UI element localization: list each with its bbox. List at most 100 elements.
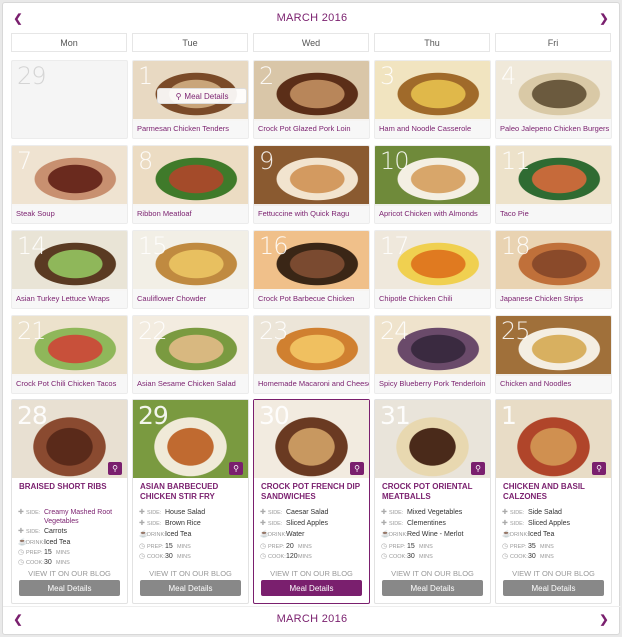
side-value: Iced Tea	[44, 539, 71, 546]
meal-title-link[interactable]: Chipotle Chicken Chili	[375, 289, 490, 308]
weekday-label: Wed	[253, 33, 369, 52]
meal-times: ◷ PREP: 35 MINS ◷ COOK: 30 MINS	[502, 542, 608, 562]
meal-title-link[interactable]: Cauliflower Chowder	[133, 289, 248, 308]
day-number: 7	[17, 147, 32, 175]
meal-title-link[interactable]: Asian Turkey Lettuce Wraps	[12, 289, 127, 308]
day-cell[interactable]: Crock Pot Barbecue Chicken 16	[253, 230, 370, 309]
meal-title-link[interactable]: Asian Sesame Chicken Salad	[133, 374, 248, 393]
clock-icon: ◷	[260, 553, 267, 560]
cook-label: COOK:	[510, 554, 528, 560]
drink-icon: ☕	[18, 539, 27, 546]
prep-time: ◷ PREP: 20 MINS	[260, 542, 366, 552]
day-cell[interactable]: Apricot Chicken with Almonds 10	[374, 145, 491, 224]
meal-title-link[interactable]: CROCK POT ORIENTAL MEATBALLS	[382, 482, 486, 502]
drink-icon: ☕	[381, 531, 390, 538]
side-key: SIDE:	[389, 510, 404, 516]
meal-details-button[interactable]: Meal Details	[382, 580, 483, 596]
day-cell[interactable]: Fettuccine with Quick Ragu 9	[253, 145, 370, 224]
meal-title-link[interactable]: Fettuccine with Quick Ragu	[254, 204, 369, 223]
meal-title-link[interactable]: CHICKEN AND BASIL CALZONES	[503, 482, 607, 502]
prep-time: ◷ PREP: 15 MINS	[18, 548, 124, 558]
view-on-blog-link[interactable]: VIEW IT ON OUR BLOG	[12, 569, 127, 578]
meal-title-link[interactable]: Crock Pot Barbecue Chicken	[254, 289, 369, 308]
day-cell[interactable]: Chicken and Noodles 25	[495, 315, 612, 394]
side-key: DRINK:	[268, 532, 287, 538]
day-cell[interactable]: Crock Pot Chili Chicken Tacos 21	[11, 315, 128, 394]
side-icon: ✚	[18, 509, 24, 516]
zoom-button[interactable]: ⚲	[229, 462, 243, 475]
side-key: SIDE:	[510, 521, 525, 527]
meal-title-link[interactable]: Steak Soup	[12, 204, 127, 223]
minutes-unit: MINS	[419, 554, 433, 560]
meal-card[interactable]: 30 ⚲ CROCK POT FRENCH DIP SANDWICHES ✚ SIDE:…	[253, 399, 370, 604]
day-cell[interactable]: Cauliflower Chowder 15	[132, 230, 249, 309]
day-number: 1	[138, 62, 153, 90]
side-row: ✚ SIDE: Carrots	[18, 527, 124, 537]
zoom-button[interactable]: ⚲	[350, 462, 364, 475]
meal-card[interactable]: 28 ⚲ BRAISED SHORT RIBS ✚ SIDE: Creamy Mashed…	[11, 399, 128, 604]
meal-title-link[interactable]: Crock Pot Glazed Pork Loin	[254, 119, 369, 138]
meal-details-button[interactable]: Meal Details	[140, 580, 241, 596]
meal-card[interactable]: 31 ⚲ CROCK POT ORIENTAL MEATBALLS ✚ SIDE: Mix…	[374, 399, 491, 604]
zoom-button[interactable]: ⚲	[592, 462, 606, 475]
side-value[interactable]: Creamy Mashed Root Vegetables	[44, 508, 124, 526]
zoom-button[interactable]: ⚲	[471, 462, 485, 475]
meal-title-link[interactable]: Chicken and Noodles	[496, 374, 611, 393]
view-on-blog-link[interactable]: VIEW IT ON OUR BLOG	[133, 569, 248, 578]
day-number: 25	[501, 317, 531, 345]
meal-card[interactable]: 29 ⚲ ASIAN BARBECUED CHICKEN STIR FRY ✚ SIDE…	[132, 399, 249, 604]
zoom-button[interactable]: ⚲	[108, 462, 122, 475]
meal-title-link[interactable]: Japanese Chicken Strips	[496, 289, 611, 308]
next-month-button[interactable]: ❯	[597, 11, 611, 25]
day-number: 1	[501, 401, 517, 430]
meal-title-link[interactable]: Taco Pie	[496, 204, 611, 223]
meal-title-link[interactable]: Spicy Blueberry Pork Tenderloin	[375, 374, 490, 393]
day-cell[interactable]: Asian Sesame Chicken Salad 22	[132, 315, 249, 394]
prev-month-button[interactable]: ❮	[11, 11, 25, 25]
meal-title-link[interactable]: Homemade Macaroni and Cheese	[254, 374, 369, 393]
clock-icon: ◷	[381, 543, 388, 550]
view-on-blog-link[interactable]: VIEW IT ON OUR BLOG	[375, 569, 490, 578]
meal-title-link[interactable]: Ribbon Meatloaf	[133, 204, 248, 223]
side-value: Mixed Vegetables	[407, 509, 463, 516]
cook-time: ◷ COOK: 30 MINS	[381, 552, 487, 562]
meal-details-button[interactable]: Meal Details	[261, 580, 362, 596]
prep-time: ◷ PREP: 35 MINS	[502, 542, 608, 552]
meal-title-link[interactable]: Ham and Noodle Casserole	[375, 119, 490, 138]
next-month-button-bottom[interactable]: ❯	[597, 612, 611, 626]
meal-details-button[interactable]: Meal Details	[19, 580, 120, 596]
prev-month-button-bottom[interactable]: ❮	[11, 612, 25, 626]
day-cell[interactable]: Chipotle Chicken Chili 17	[374, 230, 491, 309]
meal-title-link[interactable]: ASIAN BARBECUED CHICKEN STIR FRY	[140, 482, 244, 502]
day-cell[interactable]: Homemade Macaroni and Cheese 23	[253, 315, 370, 394]
meal-title-link[interactable]: Parmesan Chicken Tenders	[133, 119, 248, 138]
day-cell[interactable]: Steak Soup 7	[11, 145, 128, 224]
meal-title-link[interactable]: Crock Pot Chili Chicken Tacos	[12, 374, 127, 393]
day-cell[interactable]: Ribbon Meatloaf 8	[132, 145, 249, 224]
day-cell[interactable]: Asian Turkey Lettuce Wraps 14	[11, 230, 128, 309]
meal-details-popup-button[interactable]: ⚲ Meal Details	[157, 88, 247, 104]
meal-title-link[interactable]: CROCK POT FRENCH DIP SANDWICHES	[261, 482, 365, 502]
prep-minutes: 35	[528, 543, 536, 550]
view-on-blog-link[interactable]: VIEW IT ON OUR BLOG	[254, 569, 369, 578]
side-icon: ✚	[502, 520, 508, 527]
day-cell[interactable]: Paleo Jalepeno Chicken Burgers 4	[495, 60, 612, 139]
meal-details-label: Meal Details	[184, 91, 229, 101]
side-value: House Salad	[165, 509, 206, 516]
weekday-label: Mon	[11, 33, 127, 52]
day-cell[interactable]: Parmesan Chicken Tenders 1 ⚲ Meal Details	[132, 60, 249, 139]
magnifier-icon: ⚲	[596, 464, 602, 473]
day-cell[interactable]: Ham and Noodle Casserole 3	[374, 60, 491, 139]
day-cell[interactable]: Spicy Blueberry Pork Tenderloin 24	[374, 315, 491, 394]
meal-details-button[interactable]: Meal Details	[503, 580, 604, 596]
meal-card[interactable]: 1 ⚲ CHICKEN AND BASIL CALZONES ✚ SIDE: Side S…	[495, 399, 612, 604]
meal-title-link[interactable]: BRAISED SHORT RIBS	[19, 482, 123, 492]
day-cell[interactable]: Crock Pot Glazed Pork Loin 2	[253, 60, 370, 139]
view-on-blog-link[interactable]: VIEW IT ON OUR BLOG	[496, 569, 611, 578]
meal-title-link[interactable]: Apricot Chicken with Almonds	[375, 204, 490, 223]
cook-label: COOK:	[268, 554, 286, 560]
meal-title-link[interactable]: Paleo Jalepeno Chicken Burgers	[496, 119, 611, 138]
day-cell[interactable]: Taco Pie 11	[495, 145, 612, 224]
side-icon: ✚	[260, 509, 266, 516]
day-cell[interactable]: Japanese Chicken Strips 18	[495, 230, 612, 309]
